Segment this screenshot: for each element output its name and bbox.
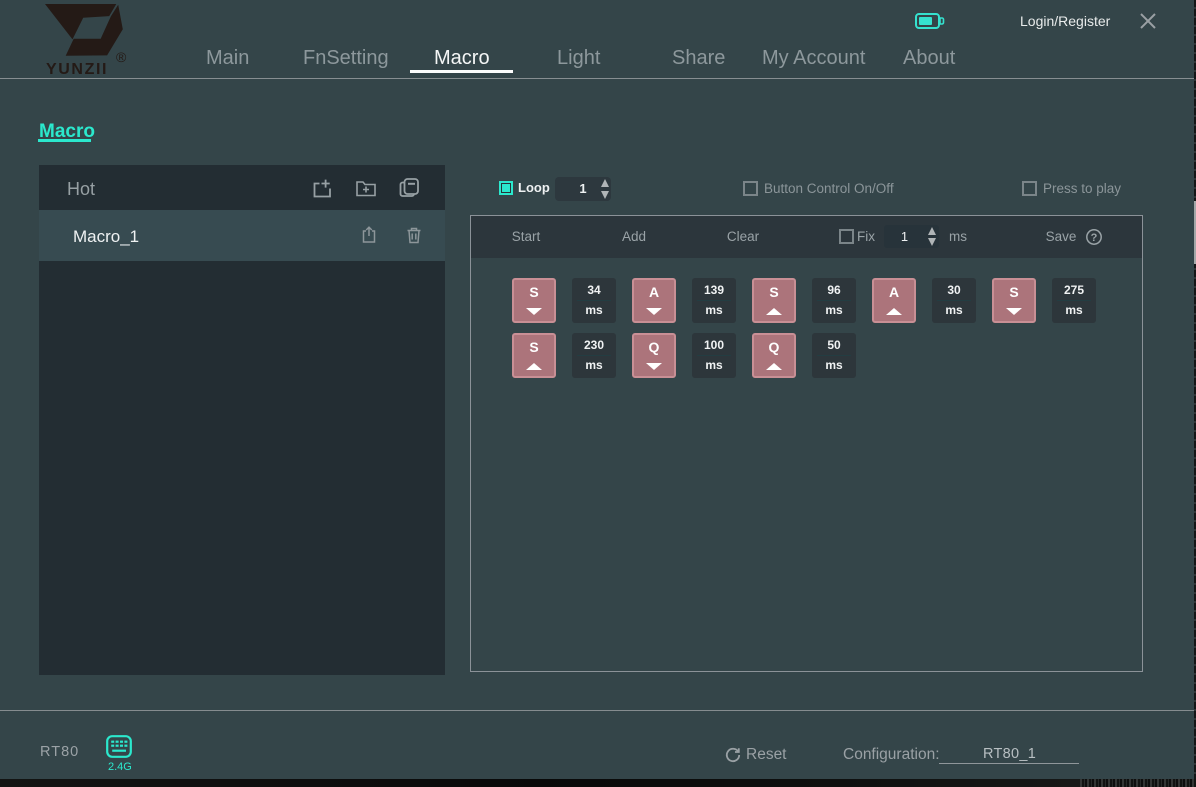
svg-text:?: ? — [1091, 232, 1098, 244]
svg-text:YUNZII: YUNZII — [46, 61, 108, 76]
